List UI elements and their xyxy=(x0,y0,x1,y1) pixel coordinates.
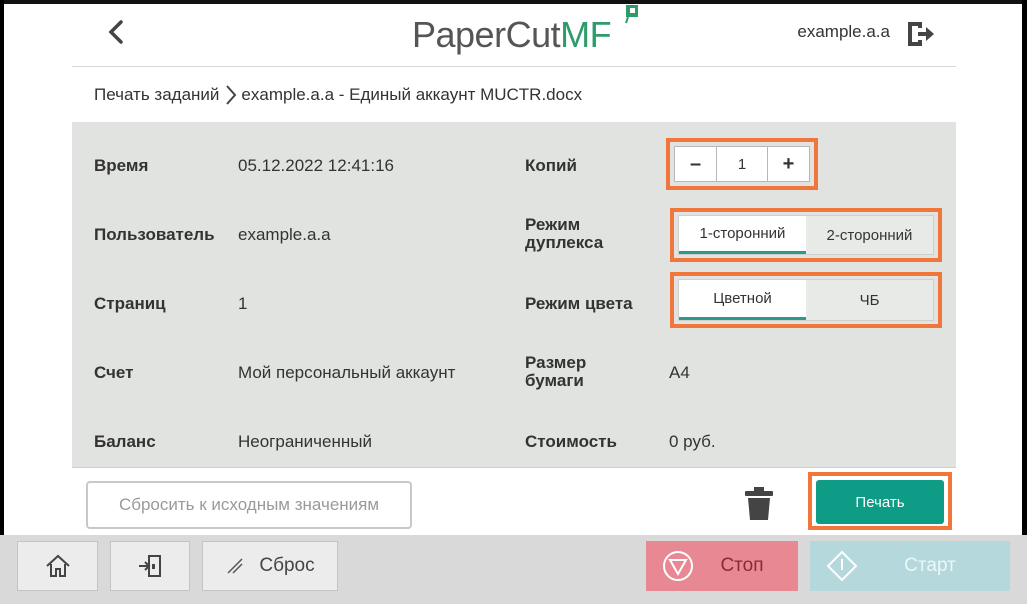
copies-stepper: – 1 + xyxy=(674,146,810,182)
job-details: Время 05.12.2022 12:41:16 Пользователь e… xyxy=(72,122,956,467)
duplex-label: Режим дуплекса xyxy=(525,216,603,252)
account-value: Мой персональный аккаунт xyxy=(238,363,456,382)
copies-label: Копий xyxy=(525,156,577,175)
logout-button[interactable] xyxy=(904,18,936,50)
home-button[interactable] xyxy=(17,541,98,591)
balance-value: Неограниченный xyxy=(238,432,372,451)
color-selector: Цветной ЧБ xyxy=(678,279,934,321)
slash-icon xyxy=(227,558,243,574)
paper-size-value: A4 xyxy=(669,363,690,382)
duplex-selector: 1-сторонний 2-сторонний xyxy=(678,215,934,255)
trash-icon xyxy=(745,487,773,520)
device-panel: Сброс Стоп Старт xyxy=(0,535,1027,604)
decrement-button[interactable]: – xyxy=(675,147,717,181)
username-label: example.a.a xyxy=(797,22,890,41)
account-label: Счет xyxy=(94,363,134,382)
left-margin xyxy=(4,4,72,535)
stop-button[interactable]: Стоп xyxy=(646,541,798,591)
chevron-right-icon xyxy=(225,84,237,106)
color-option-bw[interactable]: ЧБ xyxy=(806,280,933,320)
pages-value: 1 xyxy=(238,294,248,313)
action-bar: Сбросить к исходным значениям Печать xyxy=(72,467,956,535)
color-label: Режим цвета xyxy=(525,294,633,313)
increment-button[interactable]: + xyxy=(767,147,809,181)
paper-label-line2: бумаги xyxy=(525,371,584,390)
copies-value[interactable]: 1 xyxy=(717,147,767,181)
start-button[interactable]: Старт xyxy=(810,541,1010,591)
user-label: Пользователь xyxy=(94,225,215,244)
papercut-logo: PaperCut MF xyxy=(412,14,612,64)
duplex-option-two-sided[interactable]: 2-сторонний xyxy=(806,216,933,254)
time-value: 05.12.2022 12:41:16 xyxy=(238,156,394,175)
start-label: Старт xyxy=(904,555,956,576)
back-button[interactable] xyxy=(102,18,130,46)
logo-main: PaperCut xyxy=(412,14,561,55)
reset-defaults-button[interactable]: Сбросить к исходным значениям xyxy=(86,481,412,529)
logout-panel-button[interactable] xyxy=(110,541,190,591)
print-button[interactable]: Печать xyxy=(816,480,944,524)
breadcrumb-current: example.a.a - Единый аккаунт MUCTR.docx xyxy=(241,84,583,104)
duplex-option-one-sided[interactable]: 1-сторонний xyxy=(679,216,806,254)
logout-icon xyxy=(908,22,934,46)
cost-value: 0 руб. xyxy=(669,432,716,451)
reset-panel-label: Сброс xyxy=(259,555,315,576)
stop-icon xyxy=(663,551,693,581)
device-screen: PaperCut MF example.a.a Печать заданий ex… xyxy=(4,4,1022,535)
paper-size-label: Размер бумаги xyxy=(525,354,586,390)
reset-panel-button[interactable]: Сброс xyxy=(202,541,338,591)
user-value: example.a.a xyxy=(238,225,331,244)
start-icon xyxy=(826,550,858,582)
paper-label-line1: Размер xyxy=(525,353,587,372)
right-border xyxy=(1022,0,1027,535)
cost-label: Стоимость xyxy=(525,432,617,451)
delete-button[interactable] xyxy=(744,486,774,522)
logo-leaf-icon xyxy=(625,5,638,24)
stop-label: Стоп xyxy=(720,555,764,576)
door-exit-icon xyxy=(139,555,161,577)
breadcrumb-parent[interactable]: Печать заданий xyxy=(94,85,219,105)
pages-label: Страниц xyxy=(94,294,166,313)
time-label: Время xyxy=(94,156,149,175)
breadcrumb: Печать заданий example.a.a - Единый акка… xyxy=(72,67,956,122)
balance-label: Баланс xyxy=(94,432,156,451)
logo-accent: MF xyxy=(560,14,612,55)
duplex-label-line2: дуплекса xyxy=(525,233,604,252)
right-margin xyxy=(956,4,1022,535)
color-option-color[interactable]: Цветной xyxy=(679,280,806,320)
home-icon xyxy=(45,554,70,577)
header: PaperCut MF example.a.a xyxy=(72,4,956,66)
duplex-label-line1: Режим xyxy=(525,215,581,234)
chevron-left-icon xyxy=(108,20,123,44)
